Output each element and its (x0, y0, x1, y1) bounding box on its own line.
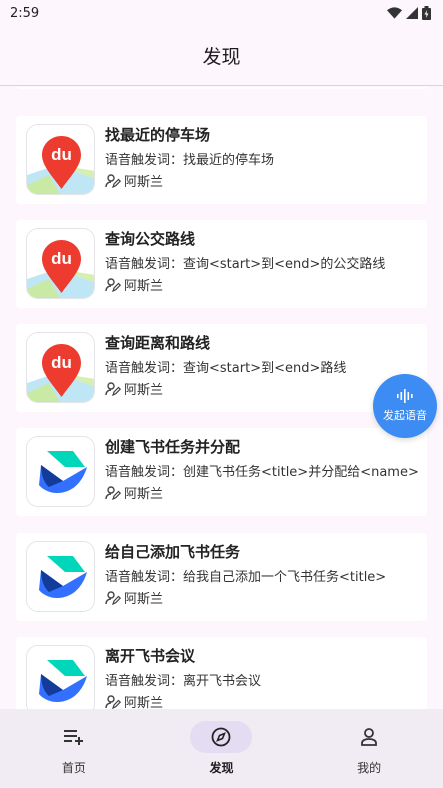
feishu-icon (26, 541, 95, 612)
author-name: 阿斯兰 (124, 592, 164, 607)
fab-label: 发起语音 (383, 409, 427, 422)
list-item[interactable]: du 找最近的停车场 语音触发词：找最近的停车场 阿斯兰 (16, 116, 427, 204)
page-title: 发现 (202, 46, 241, 68)
card-author: 阿斯兰 (105, 275, 163, 294)
card-author: 阿斯兰 (105, 171, 163, 190)
list-item[interactable]: du 查询公交路线 语音触发词：查询<start>到<end>的公交路线 阿斯兰 (16, 220, 427, 308)
svg-text:du: du (51, 145, 72, 164)
bottom-nav: 首页 发现 我的 (0, 709, 443, 788)
nav-label: 发现 (209, 761, 234, 775)
card-author: 阿斯兰 (105, 379, 163, 398)
card-title: 找最近的停车场 (105, 126, 211, 144)
nav-label: 首页 (61, 761, 86, 775)
svg-text:du: du (51, 249, 72, 268)
nav-item-mine[interactable]: 我的 (314, 721, 424, 788)
app-bar: 发现 (0, 26, 443, 86)
card-trigger: 语音触发词：离开飞书会议 (105, 674, 262, 689)
nav-pill (190, 721, 253, 753)
person-icon (361, 728, 378, 746)
compass-icon (212, 727, 231, 747)
signal-icon (406, 7, 418, 19)
author-name: 阿斯兰 (124, 696, 164, 709)
card-trigger: 语音触发词：给我自己添加一个飞书任务<title> (105, 570, 387, 585)
user-edit-icon (105, 173, 121, 188)
card-trigger: 语音触发词：创建飞书任务<title>并分配给<name> (105, 465, 419, 480)
nav-item-home[interactable]: 首页 (19, 721, 129, 788)
author-name: 阿斯兰 (124, 487, 164, 502)
nav-item-discover[interactable]: 发现 (166, 721, 276, 788)
card-title: 创建飞书任务并分配 (105, 438, 241, 456)
status-bar: 2:59 (0, 0, 443, 26)
user-edit-icon (105, 694, 121, 709)
user-edit-icon (105, 277, 121, 292)
status-icons (387, 6, 431, 20)
nav-label: 我的 (357, 761, 382, 775)
list-item[interactable]: 离开飞书会议 语音触发词：离开飞书会议 阿斯兰 (16, 637, 427, 709)
list-item[interactable]: 给自己添加飞书任务 语音触发词：给我自己添加一个飞书任务<title> 阿斯兰 (16, 533, 427, 621)
playlist-add-icon (63, 730, 83, 745)
svg-text:du: du (51, 353, 72, 372)
baidu-map-icon: du (26, 228, 95, 299)
nav-pill (338, 721, 400, 753)
list-item-partial[interactable] (16, 87, 427, 89)
card-author: 阿斯兰 (105, 483, 163, 502)
card-author: 阿斯兰 (105, 692, 163, 709)
feishu-icon (26, 436, 95, 507)
voice-wave-icon (397, 389, 413, 403)
card-trigger: 语音触发词：查询<start>到<end>路线 (105, 361, 347, 376)
card-title: 查询公交路线 (105, 230, 196, 248)
card-title: 给自己添加飞书任务 (105, 543, 241, 561)
user-edit-icon (105, 590, 121, 605)
start-voice-button[interactable]: 发起语音 (373, 374, 437, 438)
feishu-icon (26, 645, 95, 709)
user-edit-icon (105, 381, 121, 396)
card-author: 阿斯兰 (105, 588, 163, 607)
card-title: 查询距离和路线 (105, 334, 211, 352)
baidu-map-icon: du (26, 332, 95, 403)
user-edit-icon (105, 485, 121, 500)
author-name: 阿斯兰 (124, 279, 164, 294)
battery-icon (422, 6, 431, 20)
wifi-icon (387, 6, 402, 19)
list-item[interactable]: du 查询距离和路线 语音触发词：查询<start>到<end>路线 阿斯兰 (16, 324, 427, 412)
baidu-map-icon: du (26, 124, 95, 195)
list-item[interactable]: 创建飞书任务并分配 语音触发词：创建飞书任务<title>并分配给<name> … (16, 428, 427, 516)
author-name: 阿斯兰 (124, 383, 164, 398)
status-time: 2:59 (10, 5, 40, 21)
author-name: 阿斯兰 (124, 175, 164, 190)
card-title: 离开飞书会议 (105, 647, 196, 665)
nav-pill (43, 721, 105, 753)
card-trigger: 语音触发词：找最近的停车场 (105, 153, 275, 168)
card-trigger: 语音触发词：查询<start>到<end>的公交路线 (105, 257, 386, 272)
